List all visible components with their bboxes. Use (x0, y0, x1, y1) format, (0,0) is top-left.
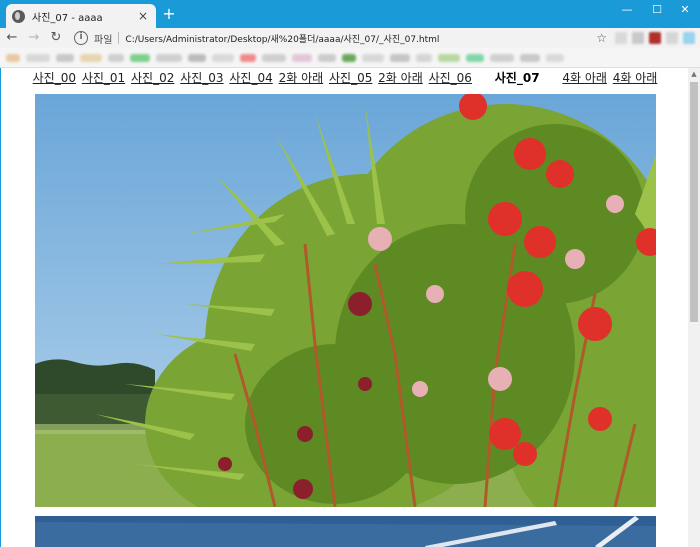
bookmark-item[interactable] (80, 53, 102, 62)
divider (118, 32, 120, 44)
bookmark-item[interactable] (292, 53, 312, 62)
bookmark-item[interactable] (188, 53, 206, 62)
bookmark-item[interactable] (466, 53, 484, 62)
forward-button[interactable]: → (24, 28, 44, 48)
extension-icon[interactable] (632, 32, 644, 44)
nav-link[interactable]: 사진_02 (131, 71, 174, 85)
scheme-label: 파일 (94, 34, 113, 46)
bookmark-item[interactable] (262, 53, 286, 62)
profile-icon[interactable] (683, 32, 695, 44)
bookmarks-bar (0, 48, 700, 68)
nav-link[interactable]: 사진_01 (82, 71, 125, 85)
info-icon[interactable]: i (74, 31, 88, 45)
reload-button[interactable]: ↻ (46, 28, 66, 48)
back-button[interactable]: ← (2, 28, 22, 48)
nav-link[interactable]: 사진_03 (180, 71, 223, 85)
bookmark-item[interactable] (26, 53, 50, 62)
bookmark-item[interactable] (416, 53, 432, 62)
nav-link[interactable]: 2화 아래 (378, 71, 423, 85)
bookmark-item[interactable] (240, 53, 256, 62)
globe-icon (12, 9, 25, 23)
photo-image (35, 94, 656, 507)
extension-icon[interactable] (666, 32, 678, 44)
bookmark-item[interactable] (56, 53, 74, 62)
extension-icon[interactable] (615, 32, 627, 44)
nav-link[interactable]: 사진_04 (229, 71, 272, 85)
maximize-button[interactable]: ☐ (642, 0, 672, 20)
bookmark-item[interactable] (438, 53, 460, 62)
tab-close-icon[interactable]: × (136, 9, 150, 23)
current-page-label: 사진_07 (494, 71, 540, 85)
bookmark-star-icon[interactable]: ☆ (596, 31, 607, 45)
bookmark-item[interactable] (342, 53, 356, 62)
address-input[interactable]: C:/Users/Administrator/Desktop/새%20폴더/aa… (125, 32, 596, 45)
minimize-button[interactable]: — (612, 0, 642, 20)
title-bar: 사진_07 - aaaa × + — ☐ ✕ (0, 0, 700, 28)
photo-image-next (35, 516, 656, 547)
nav-link[interactable]: 4화 아래 (562, 71, 607, 85)
bookmark-item[interactable] (130, 53, 150, 62)
new-tab-button[interactable]: + (160, 5, 178, 23)
bookmark-item[interactable] (6, 53, 20, 62)
bookmark-item[interactable] (108, 53, 124, 62)
vertical-scrollbar[interactable]: ▲ (688, 68, 700, 547)
nav-link[interactable]: 사진_00 (33, 71, 76, 85)
scroll-thumb[interactable] (690, 82, 698, 322)
nav-link[interactable]: 사진_05 (329, 71, 372, 85)
photo-nav: 사진_00 사진_01 사진_02 사진_03 사진_04 2화 아래 사진_0… (1, 68, 688, 88)
close-window-button[interactable]: ✕ (670, 0, 700, 20)
bookmark-item[interactable] (546, 53, 564, 62)
bookmark-item[interactable] (390, 53, 410, 62)
bookmark-item[interactable] (212, 53, 234, 62)
photo-image (35, 94, 656, 507)
nav-link[interactable]: 사진_06 (429, 71, 472, 85)
bookmark-item[interactable] (156, 53, 182, 62)
tab-title: 사진_07 - aaaa (32, 12, 103, 24)
bookmark-item[interactable] (520, 53, 540, 62)
nav-link[interactable]: 2화 아래 (279, 71, 324, 85)
extension-icon[interactable] (649, 32, 661, 44)
nav-link[interactable]: 4화 아래 (613, 71, 658, 85)
bookmark-item[interactable] (362, 53, 384, 62)
page-viewport: 사진_00 사진_01 사진_02 사진_03 사진_04 2화 아래 사진_0… (0, 68, 688, 547)
scroll-up-icon[interactable]: ▲ (688, 68, 700, 80)
address-toolbar: ← → ↻ i 파일 C:/Users/Administrator/Deskto… (0, 28, 700, 48)
bookmark-item[interactable] (318, 53, 336, 62)
bookmark-item[interactable] (490, 53, 514, 62)
photo-image-next (35, 516, 656, 547)
browser-tab[interactable]: 사진_07 - aaaa × (6, 4, 156, 28)
